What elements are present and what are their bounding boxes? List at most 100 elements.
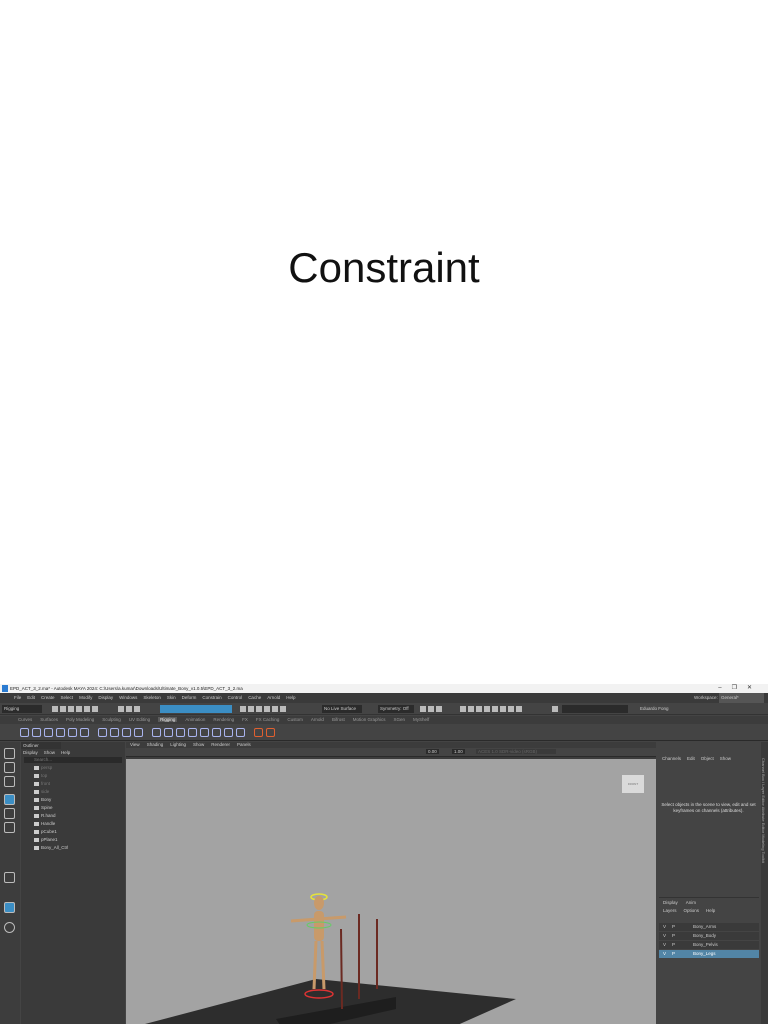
toolbar-icon[interactable]: [420, 706, 426, 712]
toolbar-icon[interactable]: [516, 706, 522, 712]
toolbar-icon[interactable]: [460, 706, 466, 712]
layer-row[interactable]: V P Bony_Arms: [659, 923, 759, 931]
menu-set-dropdown[interactable]: Rigging: [2, 705, 42, 713]
shelf-tool-icon[interactable]: [164, 728, 173, 737]
colorspace-dropdown[interactable]: ACES 1.0 SDR-video (sRGB): [476, 749, 556, 754]
workspace-value[interactable]: General*: [719, 693, 764, 703]
viewport-menu-renderer[interactable]: Renderer: [211, 742, 230, 747]
view-cube[interactable]: FRONT: [622, 775, 644, 793]
close-button[interactable]: ✕: [747, 685, 762, 691]
toolbar-icon[interactable]: [60, 706, 66, 712]
outliner-item[interactable]: R.hand: [21, 812, 125, 820]
toolbar-icon[interactable]: [492, 706, 498, 712]
viewport-menu-lighting[interactable]: Lighting: [170, 742, 186, 747]
shelf-tool-icon[interactable]: [254, 728, 263, 737]
outliner-item[interactable]: side: [21, 788, 125, 796]
outliner-item[interactable]: top: [21, 772, 125, 780]
shelf-tool-icon[interactable]: [212, 728, 221, 737]
shelf-tab-fx[interactable]: FX: [242, 717, 248, 722]
shelf-tab-poly-modeling[interactable]: Poly Modeling: [66, 717, 94, 722]
menu-help[interactable]: Help: [286, 695, 295, 700]
visibility-toggle[interactable]: V: [663, 951, 666, 956]
menu-modify[interactable]: Modify: [79, 695, 92, 700]
viewport-menu-show[interactable]: Show: [193, 742, 204, 747]
outliner-menu-show[interactable]: Show: [44, 750, 55, 755]
outliner-item[interactable]: pCube1: [21, 828, 125, 836]
shelf-tool-icon[interactable]: [152, 728, 161, 737]
shelf-tab-motion-graphics[interactable]: Motion Graphics: [353, 717, 386, 722]
field-near[interactable]: 0.00: [426, 749, 439, 754]
shelf-tool-icon[interactable]: [20, 728, 29, 737]
shelf-tool-icon[interactable]: [44, 728, 53, 737]
menu-windows[interactable]: Windows: [119, 695, 137, 700]
toolbar-icon[interactable]: [118, 706, 124, 712]
outliner-item[interactable]: pPlane1: [21, 836, 125, 844]
side-tabs-label[interactable]: Channel Box / Layer Editor Attribute Edi…: [761, 742, 766, 863]
shelf-tool-icon[interactable]: [32, 728, 41, 737]
side-tabs[interactable]: Channel Box / Layer Editor Attribute Edi…: [761, 742, 768, 1024]
viewport-menu-view[interactable]: View: [130, 742, 140, 747]
shelf-tab-bifrost[interactable]: Bifrost: [332, 717, 345, 722]
shelf-tab-sculpting[interactable]: Sculpting: [102, 717, 121, 722]
toolbar-icon[interactable]: [248, 706, 254, 712]
menu-deform[interactable]: Deform: [182, 695, 197, 700]
toolbar-icon[interactable]: [256, 706, 262, 712]
menu-file[interactable]: File: [14, 695, 21, 700]
outliner-item[interactable]: Handle: [21, 820, 125, 828]
shelf-tool-icon[interactable]: [236, 728, 245, 737]
outliner-item[interactable]: Spine: [21, 804, 125, 812]
menu-skeleton[interactable]: Skeleton: [143, 695, 161, 700]
outliner-item[interactable]: Bony: [21, 796, 125, 804]
shelf-tab-rendering[interactable]: Rendering: [213, 717, 234, 722]
channel-menu-show[interactable]: Show: [720, 756, 731, 761]
paint-tool-icon[interactable]: [4, 776, 15, 787]
visibility-toggle[interactable]: V: [663, 942, 666, 947]
layer-row[interactable]: V P Bony_Body: [659, 932, 759, 940]
layer-tab-anim[interactable]: Anim: [686, 900, 696, 905]
toolbar-icon[interactable]: [552, 706, 558, 712]
shelf-tool-icon[interactable]: [80, 728, 89, 737]
shelf-tool-icon[interactable]: [224, 728, 233, 737]
live-surface-field[interactable]: No Live Surface: [322, 705, 362, 713]
shelf-tool-icon[interactable]: [68, 728, 77, 737]
shelf-tool-icon[interactable]: [176, 728, 185, 737]
window-controls[interactable]: –❐✕: [718, 684, 762, 693]
visibility-toggle[interactable]: V: [663, 924, 666, 929]
field-gamma[interactable]: 1.00: [452, 749, 465, 754]
playback-toggle[interactable]: P: [672, 951, 675, 956]
toolbar-icon[interactable]: [76, 706, 82, 712]
menu-constrain[interactable]: Constrain: [202, 695, 221, 700]
shelf-tab-animation[interactable]: Animation: [185, 717, 205, 722]
shelf-tool-icon[interactable]: [134, 728, 143, 737]
menu-control[interactable]: Control: [228, 695, 243, 700]
shelf-tool-icon[interactable]: [200, 728, 209, 737]
channel-menu-edit[interactable]: Edit: [687, 756, 695, 761]
shelf-tool-icon[interactable]: [266, 728, 275, 737]
outliner-item[interactable]: Bony_All_Ctrl: [21, 844, 125, 852]
toolbar-icon[interactable]: [436, 706, 442, 712]
shelf-tab-curves[interactable]: Curves: [18, 717, 32, 722]
toolbar-icon[interactable]: [484, 706, 490, 712]
layout-single-icon[interactable]: [4, 872, 15, 883]
shelf-tool-icon[interactable]: [110, 728, 119, 737]
playback-toggle[interactable]: P: [672, 924, 675, 929]
select-tool-icon[interactable]: [4, 748, 15, 759]
toolbar-icon[interactable]: [476, 706, 482, 712]
layer-menu-layers[interactable]: Layers: [663, 908, 677, 913]
layer-menu-options[interactable]: Options: [684, 908, 700, 913]
maximize-button[interactable]: ❐: [732, 685, 747, 691]
toolbar-icon[interactable]: [52, 706, 58, 712]
shelf-tab-uv-editing[interactable]: UV Editing: [129, 717, 150, 722]
toolbar-icon[interactable]: [134, 706, 140, 712]
layout-outliner-icon[interactable]: [4, 902, 15, 913]
workspace-selector[interactable]: Workspace: General*: [694, 693, 764, 703]
3d-viewport[interactable]: FRONT: [126, 759, 656, 1024]
menu-skin[interactable]: Skin: [167, 695, 176, 700]
search-icon[interactable]: [4, 922, 15, 933]
shelf-tab-rigging[interactable]: Rigging: [158, 717, 178, 722]
menu-select[interactable]: Select: [61, 695, 74, 700]
toolbar-icon[interactable]: [500, 706, 506, 712]
shelf-tab-surfaces[interactable]: Surfaces: [40, 717, 58, 722]
minimize-button[interactable]: –: [718, 685, 731, 691]
outliner-item[interactable]: persp: [21, 764, 125, 772]
